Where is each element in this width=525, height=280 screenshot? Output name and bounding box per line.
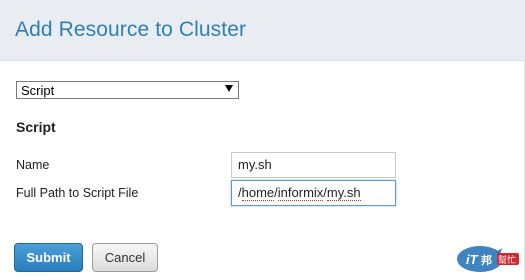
resource-type-selected-value: Script — [21, 83, 55, 98]
name-label: Name — [16, 158, 50, 172]
chevron-down-icon[interactable] — [225, 85, 233, 92]
path-segment: home — [241, 185, 275, 201]
svg-text:邦: 邦 — [481, 253, 492, 267]
name-input[interactable]: my.sh — [231, 152, 396, 178]
dialog-header: Add Resource to Cluster — [0, 0, 525, 61]
section-heading: Script — [16, 119, 56, 135]
svg-text:iT: iT — [466, 252, 479, 267]
add-resource-dialog: Add Resource to Cluster Script Script Na… — [0, 0, 525, 280]
cancel-button[interactable]: Cancel — [92, 243, 158, 272]
path-segment: my.sh — [326, 185, 361, 201]
path-segment: informix — [277, 185, 324, 201]
script-path-input[interactable]: /home/informix/my.sh — [231, 180, 396, 206]
submit-button[interactable]: Submit — [14, 243, 83, 272]
script-path-label: Full Path to Script File — [16, 186, 139, 200]
dialog-title: Add Resource to Cluster — [15, 18, 247, 41]
ithome-watermark-logo: iT 邦 幫忙 — [457, 246, 519, 272]
svg-text:幫忙: 幫忙 — [498, 254, 516, 266]
resource-type-select[interactable]: Script — [16, 81, 239, 99]
